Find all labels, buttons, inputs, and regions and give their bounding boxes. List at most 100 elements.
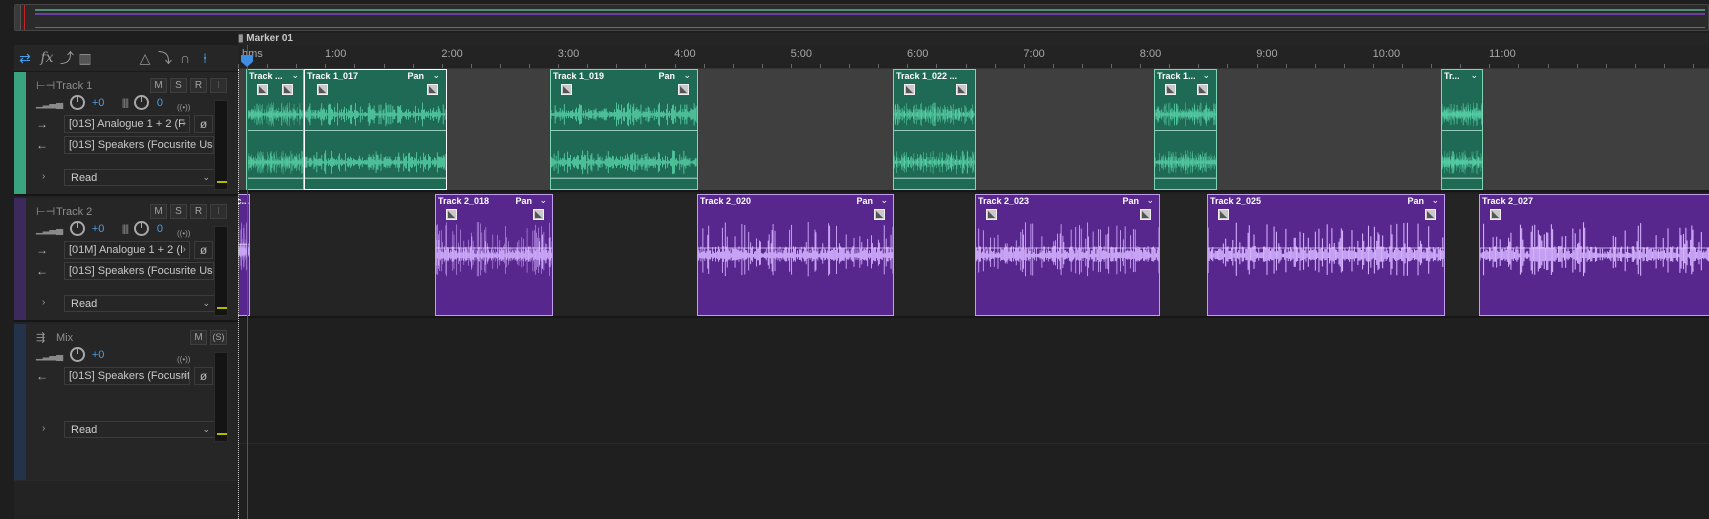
fade-out-handle-icon[interactable] [427,84,438,95]
monitor-icon[interactable]: ((•)) [177,103,190,112]
output-select[interactable]: [01S] Speakers (Focusrite Us › [64,136,214,154]
volume-value[interactable]: +0 [92,223,105,235]
clip-pan-label[interactable]: Pan [1407,196,1424,206]
chevron-down-icon[interactable]: ⌄ [432,70,440,81]
track-header-2[interactable]: ⊢⊣ Track 2 M S R I ▁▂▃▄ +0 |||| 0 ((•)) … [14,198,238,322]
audio-clip[interactable]: Track 2_020 Pan ⌄ [697,194,894,316]
expand-chevron-icon[interactable]: › [42,171,45,182]
audio-clip[interactable]: Track 2_027 [1479,194,1709,316]
chevron-down-icon[interactable]: ⌄ [1431,195,1439,206]
fade-out-handle-icon[interactable] [533,209,544,220]
volume-value[interactable]: +0 [92,97,105,109]
fade-in-handle-icon[interactable] [1165,84,1176,95]
input-select[interactable]: [01S] Analogue 1 + 2 (F › [64,115,190,133]
fade-out-handle-icon[interactable] [1197,84,1208,95]
audio-clip[interactable]: Track 2_025 Pan ⌄ [1207,194,1445,316]
audio-clip[interactable]: Track 2_018 Pan ⌄ [435,194,553,316]
solo-button[interactable]: (S) [210,330,227,345]
mute-button[interactable]: M [150,204,167,219]
track-lane-2[interactable]: Trac... ⚠ Track 2_018 Pan ⌄ Track 2_020 … [238,194,1709,318]
audio-clip[interactable]: Tr... ⌄ [1441,69,1483,190]
pan-value[interactable]: 0 [157,223,163,235]
automation-mode-select[interactable]: Read ⌄ [64,169,216,186]
track-name[interactable]: Track 2 [56,206,92,218]
fade-in-handle-icon[interactable] [317,84,328,95]
overview-handle[interactable] [15,5,21,30]
fade-out-handle-icon[interactable] [1140,209,1151,220]
clip-pan-label[interactable]: Pan [407,71,424,81]
fade-out-handle-icon[interactable] [678,84,689,95]
audio-clip-selected[interactable]: Track 1_017 Pan ⌄ [304,69,447,190]
fade-in-handle-icon[interactable] [446,209,457,220]
automation-mode-select[interactable]: Read ⌄ [64,421,216,438]
mute-button[interactable]: M [150,78,167,93]
fade-out-handle-icon[interactable] [956,84,967,95]
pan-value[interactable]: 0 [157,97,163,109]
fade-out-handle-icon[interactable] [1425,209,1436,220]
mix-lane[interactable] [238,320,1709,444]
chevron-down-icon[interactable]: ⌄ [1470,70,1478,81]
clip-pan-label[interactable]: Pan [515,196,532,206]
fade-in-handle-icon[interactable] [986,209,997,220]
track-name[interactable]: Track 1 [56,80,92,92]
audio-clip[interactable]: Track 2_023 Pan ⌄ [975,194,1160,316]
pan-knob[interactable] [134,95,150,111]
volume-knob[interactable] [69,347,85,363]
marker-label[interactable]: ▮ Marker 01 [238,33,293,44]
fade-out-handle-icon[interactable] [282,84,293,95]
track-lane-1[interactable]: Track ... ⌄ Track 1_017 Pan ⌄ Track 1_01… [238,69,1709,192]
audio-clip[interactable]: Track 1... ⌄ [1154,69,1217,190]
pan-knob[interactable] [134,221,150,237]
audio-clip[interactable]: Track 1_022 ... [893,69,976,190]
track-header-1[interactable]: ⊢⊣ Track 1 M S R I ▁▂▃▄ +0 |||| 0 ((•)) … [14,72,238,196]
fade-in-handle-icon[interactable] [1490,209,1501,220]
output-select[interactable]: [01S] Speakers (Focusrite Us › [64,262,214,280]
track-name[interactable]: Mix [56,332,73,344]
chevron-down-icon[interactable]: ⌄ [880,195,888,206]
chevron-down-icon[interactable]: ⌄ [1146,195,1154,206]
volume-knob[interactable] [69,95,85,111]
audio-clip[interactable]: Track 1_019 Pan ⌄ [550,69,698,190]
chevron-down-icon[interactable]: ⌄ [539,195,547,206]
fade-out-handle-icon[interactable] [874,209,885,220]
sends-icon[interactable]: ⤴ [58,49,76,67]
volume-knob[interactable] [69,221,85,237]
volume-value[interactable]: +0 [92,349,105,361]
input-monitor-button[interactable]: I [210,78,227,93]
phase-invert-button[interactable]: ø [194,241,213,259]
monitor-icon[interactable]: ((•)) [177,229,190,238]
mute-button[interactable]: M [190,330,207,345]
fx-icon[interactable]: fx [38,49,56,67]
audio-clip[interactable]: Trac... ⚠ [238,194,250,316]
input-select[interactable]: [01M] Analogue 1 + 2 (I › [64,241,190,259]
fade-in-handle-icon[interactable] [257,84,268,95]
clip-pan-label[interactable]: Pan [1122,196,1139,206]
mix-track-header[interactable]: ⇶ Mix M (S) ▁▂▃▄ +0 ((•)) ← [01S] Speake… [14,324,238,481]
phase-invert-button[interactable]: ø [194,367,213,385]
automation-mode-select[interactable]: Read ⌄ [64,295,216,312]
monitor-icon[interactable]: ((•)) [177,355,190,364]
clip-pan-label[interactable]: Pan [658,71,675,81]
fade-in-handle-icon[interactable] [1218,209,1229,220]
timeline-area[interactable]: ▮ Marker 01 hms 1:00 2:00 3:00 4:00 5:00 6:00… [238,33,1709,519]
eq-icon[interactable]: ▥ [76,49,94,67]
punch-icon[interactable]: ⤵ [156,49,174,67]
solo-button[interactable]: S [170,78,187,93]
expand-chevron-icon[interactable]: › [42,423,45,434]
phase-invert-button[interactable]: ø [194,115,213,133]
expand-chevron-icon[interactable]: › [42,297,45,308]
record-arm-button[interactable]: R [190,204,207,219]
audio-clip[interactable]: Track ... ⌄ [246,69,304,190]
output-select[interactable]: [01S] Speakers (Focusrit › [64,367,190,385]
marker-bar[interactable]: ▮ Marker 01 [238,33,1709,45]
fade-in-handle-icon[interactable] [904,84,915,95]
marker-tool-icon[interactable]: ⍿ [196,49,214,67]
chevron-down-icon[interactable]: ⌄ [683,70,691,81]
clip-pan-label[interactable]: Pan [856,196,873,206]
input-monitor-button[interactable]: I [210,204,227,219]
snap-icon[interactable]: ∩ [176,49,194,67]
time-ruler[interactable]: hms 1:00 2:00 3:00 4:00 5:00 6:00 7:00 8:00 9:00… [238,45,1709,69]
solo-button[interactable]: S [170,204,187,219]
fade-in-handle-icon[interactable] [561,84,572,95]
chevron-down-icon[interactable]: ⌄ [291,70,299,81]
